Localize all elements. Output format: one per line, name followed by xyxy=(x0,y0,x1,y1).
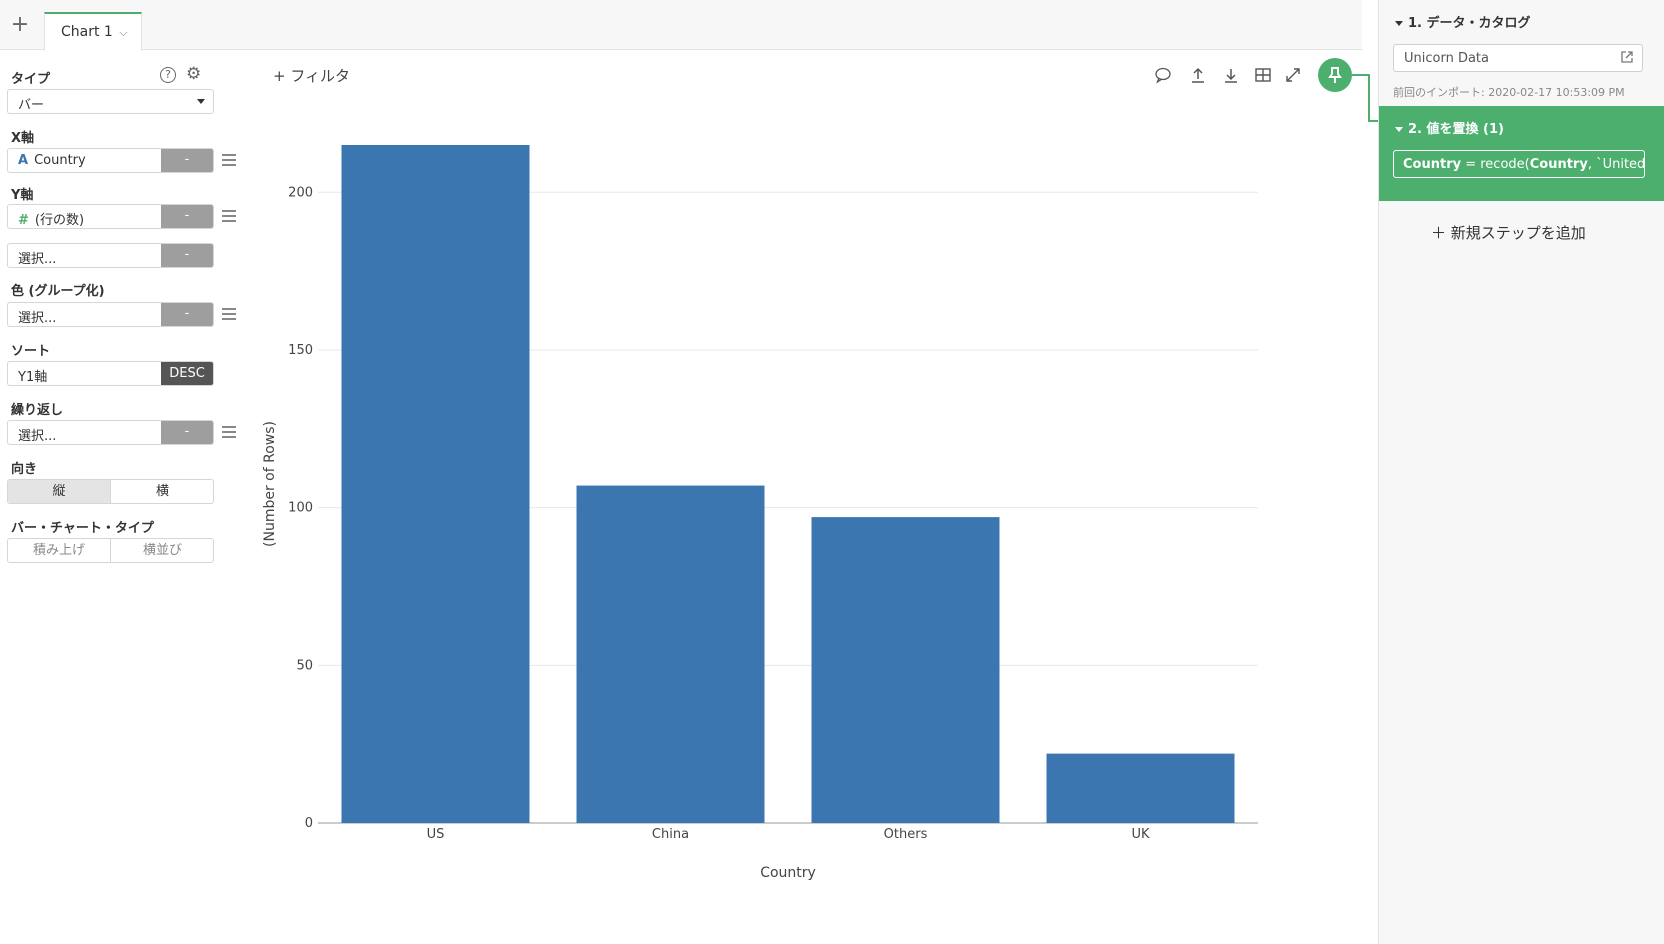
tab-chart-1[interactable]: Chart 1 ⌵ xyxy=(44,12,142,51)
help-icon[interactable]: ? xyxy=(160,67,176,83)
external-link-icon[interactable] xyxy=(1620,50,1634,68)
pipeline-panel: 1. データ・カタログ Unicorn Data 前回のインポート: 2020-… xyxy=(1378,0,1664,944)
expr-rest: , `United ... xyxy=(1587,157,1645,172)
y-tick-label: 200 xyxy=(288,185,313,200)
bar-type-stacked-option[interactable]: 積み上げ xyxy=(8,539,111,562)
caret-down-icon xyxy=(1395,127,1403,132)
pipeline-connector xyxy=(1352,74,1370,122)
chevron-down-icon: ⌵ xyxy=(119,26,128,39)
color-field[interactable]: 選択... - xyxy=(7,302,214,327)
upload-icon[interactable] xyxy=(1188,66,1208,86)
repeat-agg-button[interactable]: - xyxy=(161,421,213,444)
bar-type-label: バー・チャート・タイプ xyxy=(11,521,154,536)
step-1-header[interactable]: 1. データ・カタログ xyxy=(1395,12,1531,31)
recode-expression[interactable]: Country = recode(Country, `United ... xyxy=(1393,150,1645,178)
catalog-source[interactable]: Unicorn Data xyxy=(1393,44,1643,72)
y-axis-label: Y軸 xyxy=(11,188,34,203)
sort-direction-button[interactable]: DESC xyxy=(161,362,213,385)
tab-bar: + Chart 1 ⌵ xyxy=(0,0,1362,51)
chart-type-value: バー xyxy=(18,98,45,113)
caret-down-icon xyxy=(197,99,205,104)
repeat-value: 選択... xyxy=(18,429,57,444)
y-axis2-value: 選択... xyxy=(18,252,57,267)
bar-chart: 0 50 100 150 200 US China Others UK Country (Numbe… xyxy=(262,145,1258,881)
chart-config-panel: タイプ ? ⚙ バー X軸 A Country - Y軸 # (行の数) - 選択.… xyxy=(0,51,255,944)
chart-type-select[interactable]: バー xyxy=(7,89,214,114)
y-axis2-agg-button[interactable]: - xyxy=(161,244,213,267)
bar xyxy=(1046,753,1235,823)
orientation-label: 向き xyxy=(11,462,38,477)
orientation-toggle: 縦 横 xyxy=(7,479,214,504)
caret-down-icon xyxy=(1395,21,1403,26)
catalog-name: Unicorn Data xyxy=(1404,51,1489,66)
bar-type-grouped-option[interactable]: 横並び xyxy=(111,539,213,562)
gear-icon[interactable]: ⚙ xyxy=(186,64,201,84)
app-window: + Chart 1 ⌵ タイプ ? ⚙ バー X軸 A Country - Y軸 … xyxy=(0,0,1664,944)
x-tick-label: US xyxy=(427,827,445,842)
repeat-menu-icon[interactable] xyxy=(222,426,236,438)
add-tab-button[interactable]: + xyxy=(8,14,32,38)
x-axis-value: Country xyxy=(34,153,86,168)
sort-label: ソート xyxy=(11,344,51,359)
repeat-label: 繰り返し xyxy=(11,403,64,418)
y-axis-title: (Number of Rows) xyxy=(262,421,278,547)
bar xyxy=(811,517,1000,823)
add-filter-button[interactable]: + フィルタ xyxy=(273,65,350,86)
x-tick-label: Others xyxy=(884,827,928,842)
last-import-timestamp: 前回のインポート: 2020-02-17 10:53:09 PM xyxy=(1393,86,1625,99)
type-label: タイプ xyxy=(11,72,51,87)
expr-arg-field: Country xyxy=(1529,157,1588,172)
orientation-horizontal-option[interactable]: 横 xyxy=(111,480,213,503)
bar xyxy=(341,145,530,823)
table-icon[interactable] xyxy=(1253,66,1273,86)
expr-target-field: Country xyxy=(1403,157,1462,172)
y-axis-agg-button[interactable]: - xyxy=(161,205,213,228)
tab-label: Chart 1 xyxy=(61,24,113,40)
y-tick-label: 50 xyxy=(296,658,313,673)
step-2-header[interactable]: 2. 値を置換 (1) xyxy=(1395,118,1504,137)
x-axis-field[interactable]: A Country - xyxy=(7,148,214,173)
download-icon[interactable] xyxy=(1221,66,1241,86)
y-axis2-field[interactable]: 選択... - xyxy=(7,243,214,268)
add-step-button[interactable]: ＋ 新規ステップを追加 xyxy=(1431,222,1586,243)
x-axis-agg-button[interactable]: - xyxy=(161,149,213,172)
step-2-title: 2. 値を置換 (1) xyxy=(1408,122,1504,137)
sort-field[interactable]: Y1軸 DESC xyxy=(7,361,214,386)
expand-icon[interactable] xyxy=(1283,66,1303,86)
y-axis-field[interactable]: # (行の数) - xyxy=(7,204,214,229)
orientation-vertical-option[interactable]: 縦 xyxy=(8,480,111,503)
expr-function: = recode( xyxy=(1461,157,1530,172)
repeat-field[interactable]: 選択... - xyxy=(7,420,214,445)
y-axis-menu-icon[interactable] xyxy=(222,210,236,222)
text-type-icon: A xyxy=(18,153,29,168)
y-axis-value: (行の数) xyxy=(34,213,85,228)
x-axis-label: X軸 xyxy=(11,131,35,146)
step-1-title: 1. データ・カタログ xyxy=(1408,16,1531,31)
bar-type-toggle: 積み上げ 横並び xyxy=(7,538,214,563)
bar xyxy=(576,485,765,823)
x-axis-menu-icon[interactable] xyxy=(222,154,236,166)
sort-value: Y1軸 xyxy=(18,370,48,385)
color-label: 色 (グループ化) xyxy=(11,284,105,299)
x-tick-label: China xyxy=(652,827,689,842)
x-tick-label: UK xyxy=(1131,827,1150,842)
number-type-icon: # xyxy=(18,213,29,228)
y-tick-label: 0 xyxy=(305,816,313,831)
color-menu-icon[interactable] xyxy=(222,308,236,320)
step-2-card[interactable]: 2. 値を置換 (1) Country = recode(Country, `U… xyxy=(1379,106,1664,201)
comment-icon[interactable] xyxy=(1153,66,1173,86)
y-tick-label: 100 xyxy=(288,501,313,516)
color-value: 選択... xyxy=(18,311,57,326)
y-tick-label: 150 xyxy=(288,343,313,358)
color-agg-button[interactable]: - xyxy=(161,303,213,326)
pin-icon[interactable] xyxy=(1318,58,1352,92)
x-axis-title: Country xyxy=(760,865,816,881)
